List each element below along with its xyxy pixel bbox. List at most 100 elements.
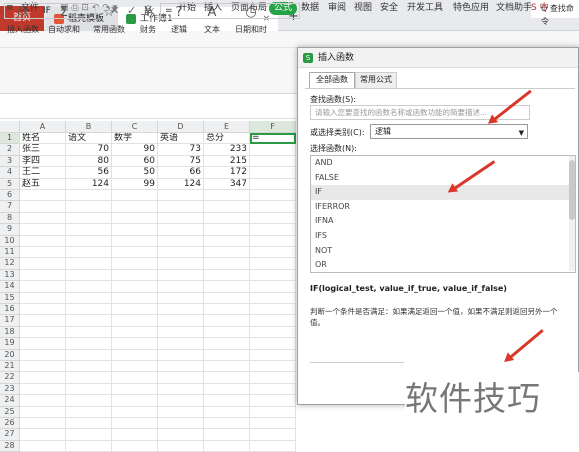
cell[interactable]: 66	[158, 167, 204, 179]
cell[interactable]: 90	[112, 144, 158, 156]
row-header[interactable]: 21	[0, 361, 20, 373]
cell[interactable]	[20, 258, 66, 270]
row-header[interactable]: 17	[0, 315, 20, 327]
column-header[interactable]: B	[66, 121, 112, 133]
select-all-corner[interactable]	[0, 121, 20, 133]
cell[interactable]	[112, 235, 158, 247]
cell[interactable]	[158, 383, 204, 396]
cell[interactable]: 73	[158, 144, 204, 156]
cell[interactable]	[250, 395, 296, 407]
cell[interactable]	[204, 372, 250, 384]
row-header[interactable]: 12	[0, 258, 20, 270]
scrollbar-thumb[interactable]	[569, 160, 575, 220]
cell[interactable]	[250, 429, 296, 441]
cell[interactable]	[66, 326, 112, 339]
cell[interactable]	[20, 315, 66, 327]
row-header[interactable]: 7	[0, 201, 20, 213]
cell[interactable]	[204, 418, 250, 430]
cell[interactable]	[204, 212, 250, 225]
cell[interactable]	[250, 155, 296, 168]
tab-common-formulas[interactable]: 常用公式	[355, 72, 397, 88]
cell[interactable]	[112, 372, 158, 384]
cell[interactable]	[158, 361, 204, 373]
cell[interactable]	[250, 258, 296, 270]
cell[interactable]: 姓名	[20, 133, 66, 145]
cell[interactable]	[250, 326, 296, 339]
cell[interactable]	[250, 201, 296, 213]
cell[interactable]	[112, 326, 158, 339]
formula-input[interactable]: =	[160, 3, 300, 19]
cell[interactable]	[158, 338, 204, 350]
cell[interactable]	[112, 315, 158, 327]
cell[interactable]	[20, 349, 66, 361]
cell[interactable]: 80	[66, 155, 112, 168]
fx-bar-icon[interactable]: fx	[144, 4, 154, 17]
cell[interactable]	[250, 281, 296, 293]
cell[interactable]	[158, 292, 204, 304]
cell[interactable]: 总分	[204, 133, 250, 145]
cell[interactable]: 233	[204, 144, 250, 156]
cell[interactable]	[66, 304, 112, 316]
cell[interactable]	[250, 190, 296, 202]
row-header[interactable]: 25	[0, 406, 20, 418]
cell[interactable]	[112, 190, 158, 202]
cell[interactable]	[112, 395, 158, 407]
function-item[interactable]: IFS	[311, 229, 575, 244]
cell[interactable]: 124	[66, 178, 112, 190]
cell[interactable]: 王二	[20, 167, 66, 179]
cell[interactable]: 75	[158, 155, 204, 168]
menu-data[interactable]: 数据	[301, 2, 319, 15]
cell[interactable]	[158, 315, 204, 327]
row-header[interactable]: 24	[0, 395, 20, 407]
cell[interactable]	[158, 235, 204, 247]
cell[interactable]	[20, 418, 66, 430]
menu-security[interactable]: 安全	[380, 2, 398, 15]
cell[interactable]	[204, 383, 250, 396]
cell[interactable]	[66, 395, 112, 407]
cell[interactable]	[20, 190, 66, 202]
cell[interactable]	[66, 315, 112, 327]
category-select[interactable]: 逻辑 ▼	[370, 124, 528, 139]
spreadsheet-grid[interactable]: A B C D E F 1 姓名 语文 数学 英语 总分 = 2 张三 70 90 73 233 3 李四 80 60 75 2…	[0, 121, 300, 452]
cell[interactable]	[250, 372, 296, 384]
cell[interactable]	[250, 167, 296, 179]
cell[interactable]	[250, 406, 296, 418]
row-header[interactable]: 4	[0, 167, 20, 179]
menu-view[interactable]: 视图	[354, 2, 372, 15]
cell[interactable]: 语文	[66, 133, 112, 145]
cell[interactable]	[158, 201, 204, 213]
row-header[interactable]: 19	[0, 338, 20, 350]
cell[interactable]	[66, 372, 112, 384]
cell[interactable]: 50	[112, 167, 158, 179]
tab-all-functions[interactable]: 全部函数	[309, 72, 355, 88]
cell[interactable]	[66, 418, 112, 430]
search-command[interactable]: Q 查找命令	[541, 2, 579, 28]
row-header[interactable]: 23	[0, 383, 20, 396]
cell[interactable]	[158, 212, 204, 225]
cell[interactable]	[66, 429, 112, 441]
cell[interactable]	[66, 292, 112, 304]
cell[interactable]	[20, 429, 66, 441]
row-header[interactable]: 11	[0, 247, 20, 259]
function-item[interactable]: IF	[311, 185, 575, 200]
cell[interactable]: 124	[158, 178, 204, 190]
function-list-scrollbar[interactable]	[569, 156, 575, 271]
cell[interactable]	[204, 338, 250, 350]
cell[interactable]: 172	[204, 167, 250, 179]
row-header[interactable]: 15	[0, 292, 20, 304]
cell[interactable]	[204, 406, 250, 418]
cell[interactable]	[112, 418, 158, 430]
cell[interactable]	[250, 418, 296, 430]
cell[interactable]	[250, 247, 296, 259]
cell[interactable]	[204, 235, 250, 247]
cell[interactable]	[204, 201, 250, 213]
cell[interactable]	[250, 440, 296, 452]
row-header[interactable]: 26	[0, 418, 20, 430]
cell[interactable]	[204, 304, 250, 316]
cell[interactable]	[204, 315, 250, 327]
cell[interactable]	[66, 281, 112, 293]
cell[interactable]	[158, 247, 204, 259]
cell[interactable]	[20, 235, 66, 247]
cell[interactable]	[112, 406, 158, 418]
cell[interactable]	[112, 338, 158, 350]
